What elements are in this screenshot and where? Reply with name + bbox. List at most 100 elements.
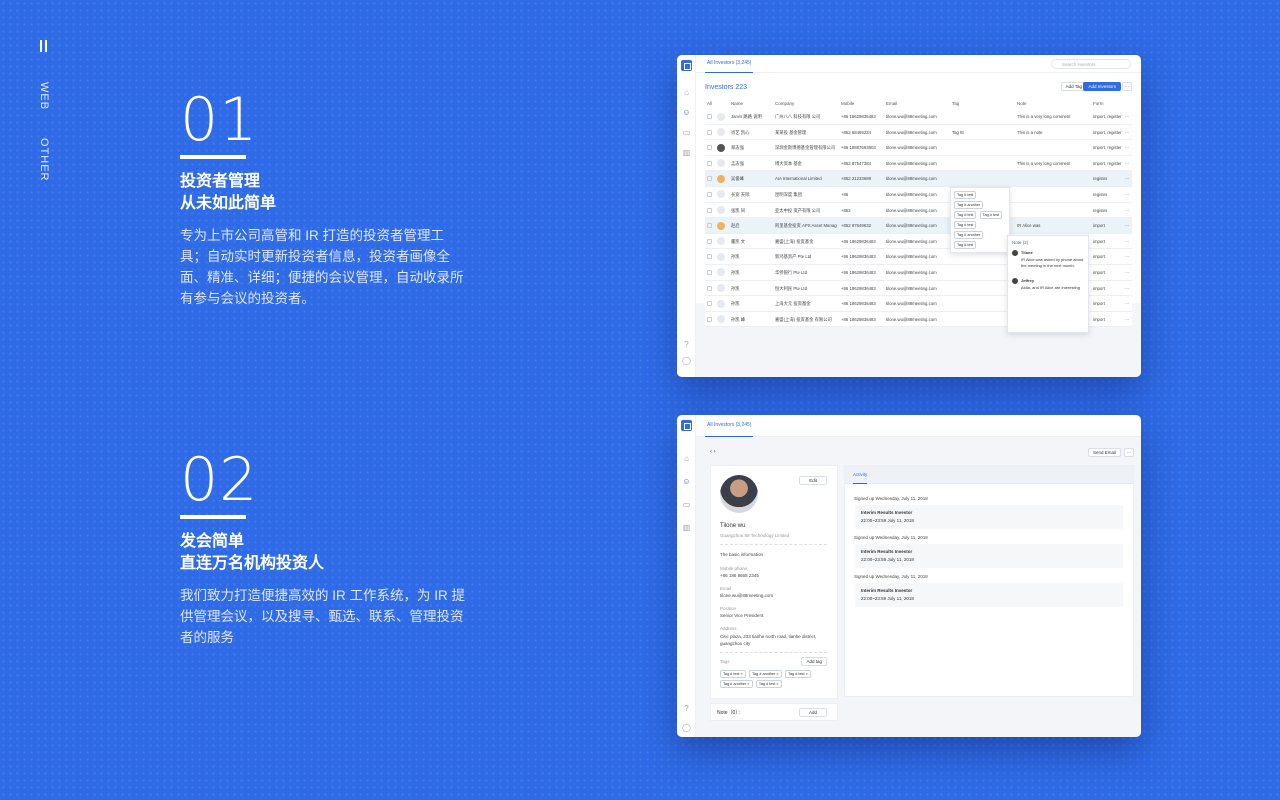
col-all[interactable]: All <box>707 99 712 108</box>
row-more-icon[interactable]: ··· <box>1125 249 1129 264</box>
row-more-icon[interactable]: ··· <box>1125 281 1129 296</box>
cell-email: tilone.wu@88meeting.com <box>886 207 937 213</box>
building-icon[interactable]: ▥ <box>682 148 691 157</box>
row-more-icon[interactable]: ··· <box>1125 203 1129 218</box>
tag-chip[interactable]: Tag # test <box>979 211 1003 219</box>
row-more-icon[interactable]: ··· <box>1125 171 1129 186</box>
col-note: Note <box>1017 101 1027 106</box>
col-name: Name <box>731 101 744 106</box>
table-row[interactable]: 吴俊峰 AIA International Limited +852 2123368… <box>705 171 1132 187</box>
row-checkbox[interactable] <box>707 316 712 322</box>
row-more-icon[interactable]: ··· <box>1125 187 1129 202</box>
row-checkbox[interactable] <box>707 145 712 151</box>
row-checkbox[interactable] <box>707 207 712 213</box>
investor-name: Tilone wu <box>720 523 746 529</box>
help-icon[interactable]: ? <box>682 340 691 349</box>
tag-chip[interactable]: Tag # another × <box>720 680 753 688</box>
row-checkbox[interactable] <box>707 238 712 244</box>
section-divider <box>180 155 246 159</box>
cell-mobile: +852 87649632 <box>841 223 871 229</box>
table-row[interactable]: 赵启 阿里基金投资 APS Asset Management Asia +852 8… <box>705 218 1132 234</box>
table-row[interactable]: 孟志强 博大资本 基金 +852 87547384 tilone.wu@88meeti… <box>705 155 1132 172</box>
building-icon[interactable]: ▥ <box>682 523 691 532</box>
row-more-icon[interactable]: ··· <box>1125 234 1129 249</box>
add-tag-button[interactable]: Add tag <box>801 657 827 666</box>
table-row[interactable]: 长宽 天际 昆明深度 集团 +86 tilone.wu@88meeting.com re… <box>705 186 1132 203</box>
chat-icon[interactable]: ▭ <box>682 500 691 509</box>
table-row[interactable]: 郑志强 深圳金斯博德基金管理有限公司 +86 18887693603 tilone.w… <box>705 140 1132 156</box>
row-more-icon[interactable]: ··· <box>1125 140 1129 155</box>
nav-item-web[interactable]: WEB <box>38 82 50 110</box>
row-checkbox[interactable] <box>707 223 712 229</box>
help-icon[interactable]: ? <box>682 704 691 713</box>
nav-item-other[interactable]: OTHER <box>38 138 50 182</box>
section-title-line1: 投资者管理 <box>180 173 261 190</box>
profile-icon[interactable]: ◯ <box>682 356 691 365</box>
row-checkbox[interactable] <box>707 191 712 197</box>
tag-chip[interactable]: Tag # test <box>954 221 977 229</box>
row-checkbox[interactable] <box>707 269 712 275</box>
row-checkbox[interactable] <box>707 301 712 307</box>
top-bar: All Investors (3,245) Search investors <box>696 55 1141 73</box>
search-input[interactable]: Search investors <box>1051 59 1131 69</box>
cell-form: import, register <box>1093 114 1122 119</box>
home-icon[interactable]: ⌂ <box>682 88 691 97</box>
row-checkbox[interactable] <box>707 114 712 119</box>
edit-button[interactable]: Edit <box>799 476 827 485</box>
add-investors-button[interactable]: Add Investors <box>1083 82 1121 91</box>
users-icon[interactable]: ☺ <box>682 108 691 117</box>
add-note-button[interactable]: Add <box>798 708 827 717</box>
activity-item[interactable]: Interim Results Investor 22:00~23:59 Jul… <box>855 544 1123 568</box>
row-checkbox[interactable] <box>707 285 712 291</box>
chat-icon[interactable]: ▭ <box>682 128 691 137</box>
col-company: Company <box>775 101 795 106</box>
table-row[interactable]: 张凯 同 亚太中投 资产有限 公司 +852 tilone.wu@88meeting.… <box>705 202 1132 219</box>
row-more-icon[interactable]: ··· <box>1125 109 1129 124</box>
cell-company: 阿里基金投资 APS Asset Management Asia <box>775 223 837 229</box>
ui-logo-icon <box>38 38 58 54</box>
tag-chip[interactable]: Tag # test <box>954 211 977 219</box>
tag-chip[interactable]: Tag # another × <box>749 670 782 678</box>
row-checkbox[interactable] <box>707 254 712 260</box>
row-checkbox[interactable] <box>707 160 712 166</box>
pager-arrows-icon[interactable]: ‹ › <box>710 449 716 455</box>
home-icon[interactable]: ⌂ <box>682 454 691 463</box>
tag-chip[interactable]: Tag # test <box>954 241 977 249</box>
row-checkbox[interactable] <box>707 176 712 182</box>
cell-form: import <box>1093 316 1105 322</box>
row-more-icon[interactable]: ··· <box>1125 296 1129 311</box>
tag-chip[interactable]: Tag # test × <box>720 670 746 678</box>
tab-all-investors[interactable]: All Investors (3,245) <box>705 55 754 73</box>
section-title: 投资者管理 从未如此简单 <box>180 171 470 215</box>
table-row[interactable]: 肖艺 凯心 某某投 基金管理 +852 68469234 tilone.wu@88me… <box>705 124 1132 141</box>
row-more-icon[interactable]: ··· <box>1125 156 1129 171</box>
row-more-icon[interactable]: ··· <box>1125 312 1129 327</box>
section-title: 发会简单 直连万名机构投资人 <box>180 531 470 575</box>
cell-form: register <box>1093 176 1108 182</box>
activity-event: Interim Results Investor <box>861 549 913 554</box>
cell-name: 长宽 天际 <box>731 191 750 197</box>
cell-email: tilone.wu@88meeting.com <box>886 316 937 322</box>
row-checkbox[interactable] <box>707 129 712 135</box>
more-button[interactable]: ··· <box>1123 448 1134 457</box>
row-more-icon[interactable]: ··· <box>1125 125 1129 140</box>
more-button[interactable]: ··· <box>1121 82 1132 91</box>
tag-chip[interactable]: Tag # test × <box>755 680 782 688</box>
field-value: tilone.wu@88meeting.com <box>720 593 774 598</box>
table-row[interactable]: Jarvis 路路 说明 广州八八 科技有限 公司 +86 18629836483 t… <box>705 109 1132 125</box>
tab-activity[interactable]: Activity <box>853 466 868 484</box>
row-more-icon[interactable]: ··· <box>1125 218 1129 233</box>
tab-all-investors[interactable]: All Investors (3,245) <box>705 415 754 437</box>
profile-icon[interactable]: ◯ <box>682 723 691 732</box>
tag-chip[interactable]: Tag # test × <box>785 670 811 678</box>
tag-chip[interactable]: Tag # test <box>954 191 977 199</box>
users-icon[interactable]: ☺ <box>682 477 691 486</box>
activity-item[interactable]: Interim Results Investor 22:00~23:59 Jul… <box>855 583 1123 607</box>
investors-content: Investors 223 Add Tag Add Investors ··· … <box>696 73 1141 377</box>
send-email-button[interactable]: Send Email <box>1087 448 1121 457</box>
activity-item[interactable]: Interim Results Investor 22:00~23:59 Jul… <box>855 505 1123 529</box>
row-more-icon[interactable]: ··· <box>1125 265 1129 280</box>
col-email: Email <box>886 101 898 106</box>
tag-chip[interactable]: Tag # another <box>954 201 984 209</box>
tag-chip[interactable]: Tag # another <box>954 231 984 239</box>
